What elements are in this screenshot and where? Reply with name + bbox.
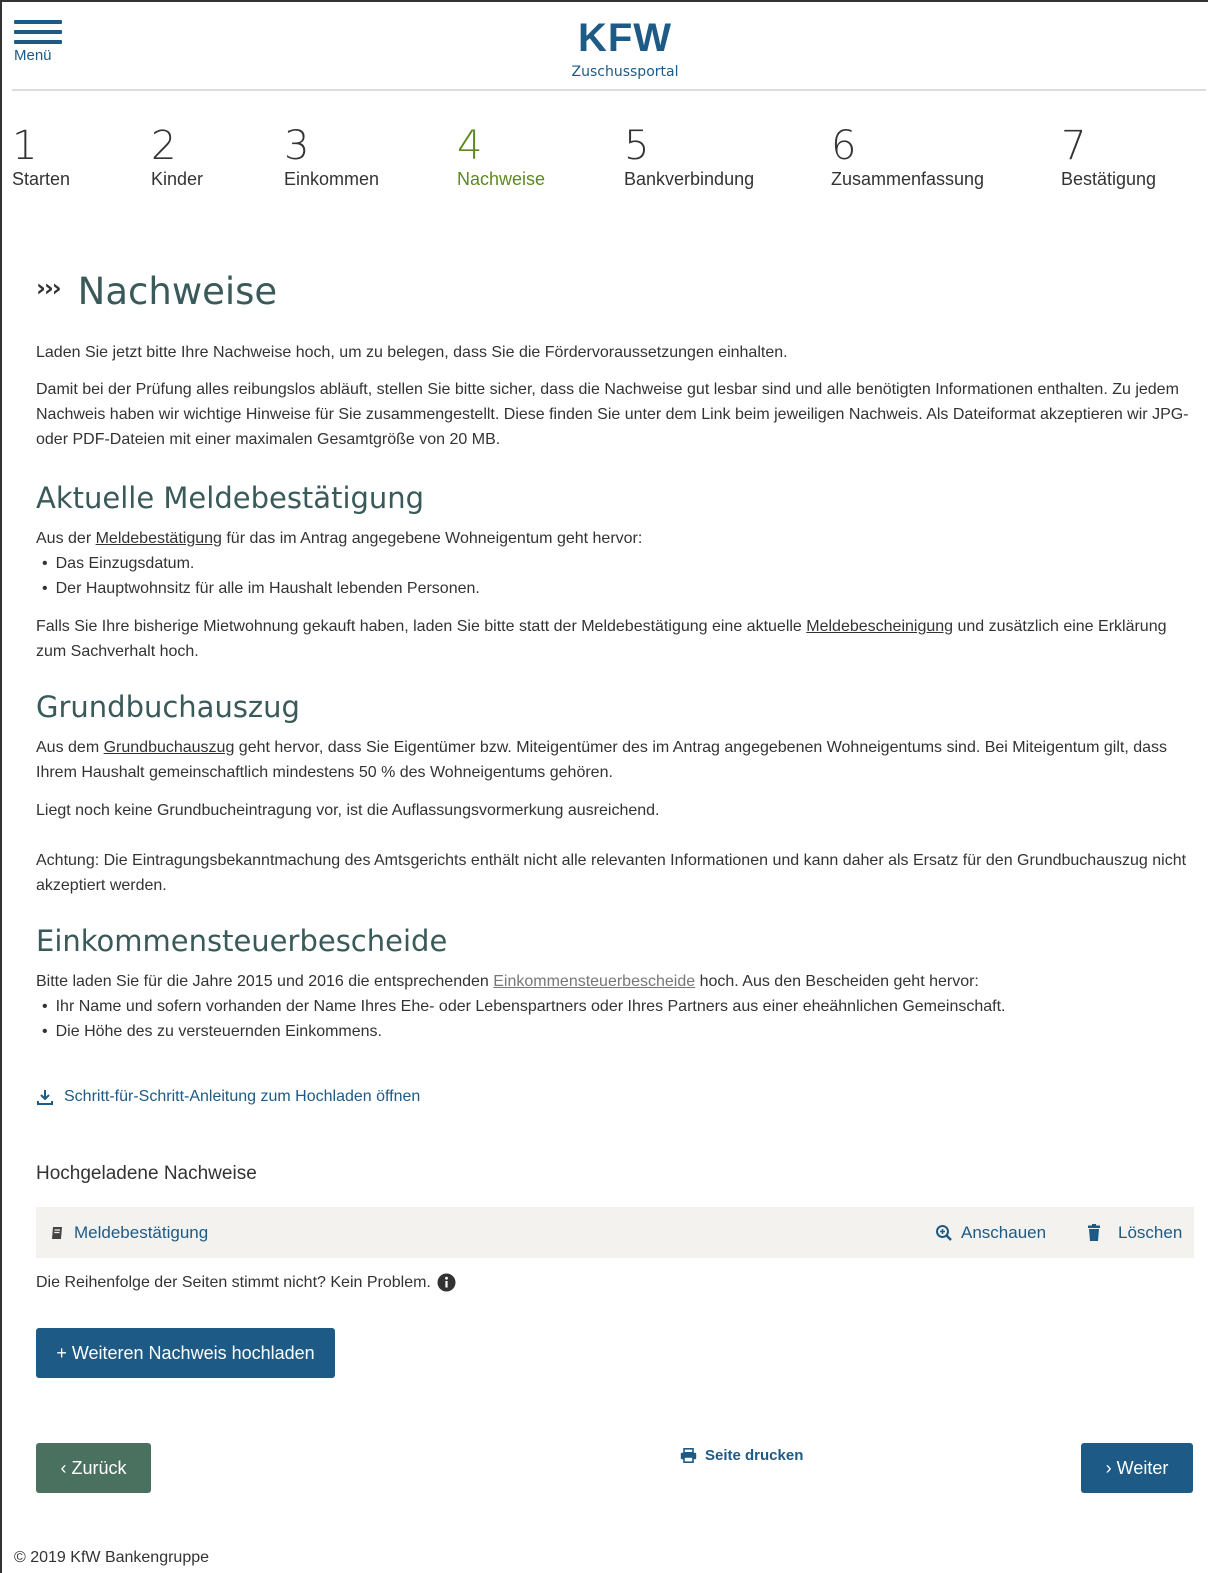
step-number: 5 [624, 123, 650, 169]
list-item: Die Höhe des zu versteuernden Einkommens… [36, 1019, 1196, 1044]
uploads-title: Hochgeladene Nachweise [36, 1163, 257, 1184]
print-page-link[interactable]: Seite drucken [680, 1447, 803, 1464]
list-item: Der Hauptwohnsitz für alle im Haushalt l… [36, 576, 1196, 601]
back-button[interactable]: ‹ Zurück [36, 1443, 151, 1493]
text-span: Falls Sie Ihre bisherige Mietwohnung gek… [36, 618, 807, 635]
text-span: Aus dem [36, 739, 104, 756]
text-span: für das im Antrag angegebene Wohneigentu… [221, 530, 643, 547]
next-button[interactable]: › Weiter [1081, 1443, 1193, 1493]
document-icon [52, 1227, 62, 1239]
chevrons-icon: ››› [36, 274, 62, 302]
uploaded-item-link[interactable]: Meldebestätigung [50, 1223, 208, 1243]
einkommen-description: Bitte laden Sie für die Jahre 2015 und 2… [36, 969, 1196, 994]
meldebescheinigung-link[interactable]: Meldebescheinigung [806, 618, 953, 635]
order-note: Die Reihenfolge der Seiten stimmt nicht?… [36, 1273, 456, 1292]
step-number: 3 [284, 123, 310, 169]
grundbuchauszug-link[interactable]: Grundbuchauszug [104, 739, 235, 756]
print-label: Seite drucken [705, 1447, 804, 1464]
menu-button[interactable]: Menü [14, 20, 64, 64]
upload-guide-link[interactable]: Schritt-für-Schritt-Anleitung zum Hochla… [36, 1088, 420, 1106]
step-label: Starten [12, 169, 71, 189]
list-item: Ihr Name und sofern vorhanden der Name I… [36, 994, 1196, 1019]
kfw-logo[interactable]: KFW Zuschussportal [560, 16, 690, 80]
step-label: Zusammenfassung [831, 169, 985, 189]
grundbuch-note: Liegt noch keine Grundbucheintragung vor… [36, 802, 660, 819]
einkommensteuerbescheide-link[interactable]: Einkommensteuerbescheide [493, 973, 695, 990]
step-number: 6 [831, 123, 857, 169]
trash-icon [1088, 1224, 1100, 1241]
menu-icon-bar [14, 40, 62, 44]
order-note-text: Die Reihenfolge der Seiten stimmt nicht?… [36, 1273, 431, 1291]
text-span: Bitte laden Sie für die Jahre 2015 und 2… [36, 973, 494, 990]
section-title-meldebestaetigung: Aktuelle Meldebestätigung [36, 481, 425, 515]
view-label: Anschauen [961, 1223, 1047, 1242]
menu-icon-bar [14, 20, 62, 24]
meldung-note: Falls Sie Ihre bisherige Mietwohnung gek… [36, 614, 1196, 664]
uploaded-item-name: Meldebestätigung [74, 1223, 209, 1242]
meldebestaetigung-link[interactable]: Meldebestätigung [96, 530, 222, 547]
zoom-in-icon [936, 1225, 952, 1241]
step-label: Nachweise [457, 169, 546, 189]
step-number: 7 [1061, 123, 1087, 169]
step-einkommen[interactable]: 3 Einkommen [284, 124, 379, 190]
uploaded-item-row: Meldebestätigung Anschauen Löschen [36, 1207, 1194, 1258]
list-item: Das Einzugsdatum. [36, 551, 1196, 576]
delete-label: Löschen [1118, 1223, 1183, 1242]
meldung-bullets: Das Einzugsdatum. Der Hauptwohnsitz für … [36, 551, 1196, 601]
einkommen-bullets: Ihr Name und sofern vorhanden der Name I… [36, 994, 1196, 1044]
download-icon [37, 1090, 53, 1105]
text-span: hoch. Aus den Bescheiden geht hervor: [695, 973, 979, 990]
printer-icon [680, 1448, 697, 1463]
step-bankverbindung[interactable]: 5 Bankverbindung [624, 124, 754, 190]
grundbuch-description: Aus dem Grundbuchauszug geht hervor, das… [36, 735, 1196, 785]
intro-detail-text: Damit bei der Prüfung alles reibungslos … [36, 381, 1189, 448]
intro-text: Laden Sie jetzt bitte Ihre Nachweise hoc… [36, 344, 788, 361]
step-number: 4 [457, 123, 483, 169]
info-icon[interactable] [437, 1273, 456, 1292]
logo-subtitle: Zuschussportal [571, 64, 679, 80]
step-label: Bestätigung [1061, 169, 1157, 189]
step-bestaetigung[interactable]: 7 Bestätigung [1061, 124, 1156, 190]
delete-button[interactable]: Löschen [1086, 1223, 1182, 1243]
footer-copyright: © 2019 KfW Bankengruppe [14, 1549, 210, 1566]
step-number: 2 [151, 123, 177, 169]
step-starten[interactable]: 1 Starten [12, 124, 70, 190]
step-zusammenfassung[interactable]: 6 Zusammenfassung [831, 124, 984, 190]
section-title-einkommensteuerbescheide: Einkommensteuerbescheide [36, 924, 448, 958]
step-label: Bankverbindung [624, 169, 755, 189]
view-button[interactable]: Anschauen [935, 1223, 1046, 1243]
section-title-grundbuchauszug: Grundbuchauszug [36, 690, 300, 724]
header-divider [12, 89, 1206, 91]
logo-mark: KFW [577, 16, 673, 60]
step-kinder[interactable]: 2 Kinder [151, 124, 203, 190]
menu-label: Menü [14, 47, 52, 64]
grundbuch-warning: Achtung: Die Eintragungsbekanntmachung d… [36, 852, 1187, 894]
main-content: ››› Nachweise Laden Sie jetzt bitte Ihre … [36, 262, 1196, 1185]
add-upload-button[interactable]: + Weiteren Nachweis hochladen [36, 1328, 335, 1378]
page-title: ››› Nachweise [36, 262, 1196, 318]
upload-guide-label: Schritt-für-Schritt-Anleitung zum Hochla… [64, 1088, 421, 1105]
step-nachweise[interactable]: 4 Nachweise [457, 124, 545, 190]
step-label: Kinder [151, 169, 204, 189]
meldung-description: Aus der Meldebestätigung für das im Antr… [36, 526, 1196, 551]
step-label: Einkommen [284, 169, 380, 189]
text-span: Aus der [36, 530, 96, 547]
page-title-text: Nachweise [77, 270, 278, 313]
menu-icon-bar [14, 30, 62, 34]
step-number: 1 [12, 123, 38, 169]
